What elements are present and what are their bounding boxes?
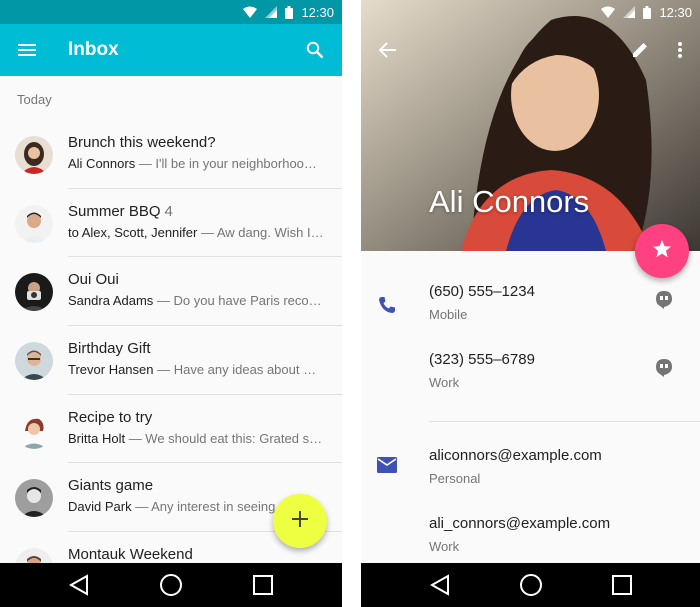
- phone-icon: [377, 295, 397, 320]
- email-row[interactable]: ali_connors@example.com Work: [361, 503, 700, 571]
- status-time: 12:30: [301, 4, 334, 20]
- message-subject: Montauk Weekend: [68, 546, 193, 564]
- phone-type: Mobile: [429, 307, 468, 322]
- message-preview: — Aw dang. Wish I could make it: [200, 224, 324, 240]
- email-type: Personal: [429, 471, 481, 486]
- status-time: 12:30: [659, 4, 692, 20]
- more-vert-icon[interactable]: [660, 42, 700, 58]
- avatar: [15, 342, 53, 381]
- navigation-bar: [0, 563, 342, 607]
- recents-nav-icon[interactable]: [611, 575, 632, 595]
- divider: [429, 421, 700, 422]
- phone-type: Work: [429, 375, 460, 390]
- list-item[interactable]: Oui Oui Sandra Adams — Do you have Paris…: [0, 257, 342, 327]
- message-subject: Birthday Gift: [68, 340, 151, 358]
- contact-toolbar: [361, 24, 700, 76]
- message-preview: — Have any ideas about what we should ge…: [157, 362, 324, 378]
- contact-details: (650) 555–1234 Mobile (323) 555–6789 Wor…: [361, 251, 700, 563]
- email-address[interactable]: aliconnors@example.com: [429, 447, 602, 464]
- compose-button[interactable]: [273, 494, 327, 548]
- message-sender: Sandra Adams: [68, 293, 154, 309]
- email-address[interactable]: ali_connors@example.com: [429, 515, 610, 532]
- message-subject: Summer BBQ: [68, 202, 161, 220]
- wifi-icon: [601, 6, 616, 18]
- list-item[interactable]: Brunch this weekend? Ali Connors — I'll …: [0, 120, 342, 189]
- search-icon[interactable]: [288, 41, 342, 59]
- message-subject: Oui Oui: [68, 271, 119, 289]
- email-type: Work: [429, 539, 460, 554]
- message-bubble-icon[interactable]: [656, 359, 672, 382]
- message-preview: — Do you have Paris recommendations: [156, 293, 324, 309]
- avatar: [15, 410, 53, 449]
- back-arrow-icon[interactable]: [361, 42, 415, 58]
- phone-number[interactable]: (650) 555–1234: [429, 283, 535, 300]
- message-bubble-icon[interactable]: [656, 291, 672, 314]
- avatar: [15, 204, 53, 243]
- battery-icon: [643, 5, 652, 19]
- message-subject: Recipe to try: [68, 408, 153, 426]
- edit-pencil-icon[interactable]: [620, 41, 660, 59]
- navigation-bar: [361, 563, 700, 607]
- message-preview: — I'll be in your neighborhood doing err…: [138, 156, 324, 171]
- add-icon: [292, 510, 308, 532]
- message-count: 4: [164, 202, 173, 220]
- list-item[interactable]: Birthday Gift Trevor Hansen — Have any i…: [0, 326, 342, 395]
- phone-row[interactable]: (323) 555–6789 Work: [361, 339, 700, 407]
- battery-icon: [285, 5, 294, 19]
- message-preview: — We should eat this: Grated squash: [125, 430, 324, 446]
- star-icon: [652, 239, 672, 264]
- back-nav-icon[interactable]: [69, 574, 89, 596]
- message-sender: to Alex, Scott, Jennifer: [68, 224, 198, 240]
- message-sender: Trevor Hansen: [68, 362, 154, 378]
- home-nav-icon[interactable]: [159, 573, 183, 597]
- signal-icon: [623, 6, 636, 18]
- wifi-icon: [243, 6, 258, 18]
- recents-nav-icon[interactable]: [253, 575, 273, 595]
- list-item[interactable]: Summer BBQ 4 to Alex, Scott, Jennifer — A…: [0, 189, 342, 258]
- email-row[interactable]: aliconnors@example.com Personal: [361, 435, 700, 503]
- menu-icon[interactable]: [0, 44, 54, 56]
- phone-number[interactable]: (323) 555–6789: [429, 351, 535, 368]
- back-nav-icon[interactable]: [429, 574, 450, 596]
- avatar: [15, 136, 53, 174]
- status-bar: 12:30: [361, 0, 700, 24]
- message-subject: Giants game: [68, 477, 154, 495]
- home-nav-icon[interactable]: [519, 573, 543, 597]
- inbox-screen: 12:30 Inbox Today Brunch this weekend? A…: [0, 0, 342, 607]
- message-sender: Ali Connors: [68, 156, 136, 171]
- contact-screen: 12:30 Ali Connors (650) 555–1234 Mobile: [361, 0, 700, 607]
- message-sender: David Park: [68, 499, 132, 515]
- avatar: [15, 273, 53, 312]
- signal-icon: [265, 6, 278, 18]
- contact-name: Ali Connors: [429, 184, 590, 219]
- app-bar: Inbox: [0, 24, 342, 76]
- page-title: Inbox: [68, 39, 119, 60]
- status-bar: 12:30: [0, 0, 342, 24]
- email-icon: [377, 457, 397, 478]
- avatar: [15, 479, 53, 518]
- list-item[interactable]: Recipe to try Britta Holt — We should ea…: [0, 395, 342, 464]
- section-header: Today: [17, 92, 52, 107]
- message-subject: Brunch this weekend?: [68, 134, 216, 151]
- message-sender: Britta Holt: [68, 430, 126, 446]
- favorite-button[interactable]: [635, 224, 689, 278]
- phone-row[interactable]: (650) 555–1234 Mobile: [361, 271, 700, 339]
